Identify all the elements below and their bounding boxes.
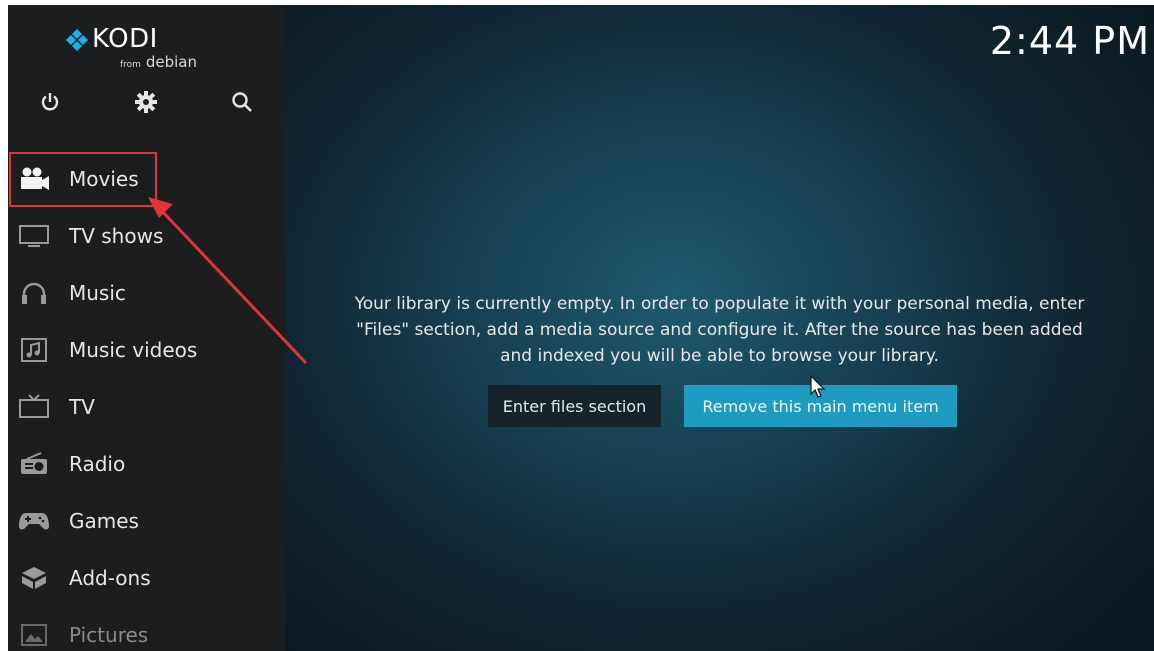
monitor-icon [18, 222, 50, 250]
search-icon[interactable] [227, 87, 257, 117]
radio-icon [18, 450, 50, 478]
menu-item-label: Music [69, 280, 126, 305]
menu-item-music[interactable]: Music [8, 264, 285, 321]
music-video-icon [18, 336, 50, 364]
kodi-screen: KODI from debian Movies TV shows Music M… [8, 5, 1154, 651]
menu-item-label: TV [69, 394, 95, 419]
menu-item-add-ons[interactable]: Add-ons [8, 549, 285, 606]
logo-distro: debian [145, 53, 197, 71]
logo-text: KODI [92, 24, 158, 54]
clock: 2:44 PM [989, 19, 1150, 63]
menu-item-tv-shows[interactable]: TV shows [8, 207, 285, 264]
message-line: and indexed you will be able to browse y… [500, 346, 939, 366]
menu-item-games[interactable]: Games [8, 492, 285, 549]
menu-item-radio[interactable]: Radio [8, 435, 285, 492]
menu-item-label: Add-ons [69, 565, 151, 590]
kodi-logo-icon [66, 29, 88, 51]
gear-icon[interactable] [131, 87, 161, 117]
movies-highlight-box [9, 152, 157, 207]
headphones-icon [18, 279, 50, 307]
menu-item-label: Games [69, 508, 139, 533]
gamepad-icon [18, 507, 50, 535]
sidebar: KODI from debian Movies TV shows Music M… [8, 5, 285, 651]
power-icon[interactable] [35, 87, 65, 117]
menu-item-label: TV shows [69, 223, 164, 248]
menu-item-label: Pictures [69, 622, 149, 647]
menu-item-tv[interactable]: TV [8, 378, 285, 435]
logo-subtitle: from debian [120, 53, 197, 71]
message-line: "Files" section, add a media source and … [356, 320, 1083, 340]
mouse-cursor-icon [810, 375, 826, 398]
menu-item-label: Music videos [69, 337, 198, 362]
empty-library-message: Your library is currently empty. In orde… [291, 291, 1148, 369]
menu-item-music-videos[interactable]: Music videos [8, 321, 285, 378]
enter-files-section-button[interactable]: Enter files section [488, 385, 661, 427]
main-content: 2:44 PM Your library is currently empty.… [285, 5, 1154, 651]
addon-box-icon [18, 564, 50, 592]
logo-from: from [120, 60, 141, 70]
menu-item-label: Radio [69, 451, 126, 476]
picture-icon [18, 621, 50, 649]
menu-item-pictures[interactable]: Pictures [8, 606, 285, 651]
kodi-logo: KODI from debian [62, 24, 197, 71]
tv-icon [18, 393, 50, 421]
message-line: Your library is currently empty. In orde… [354, 294, 1085, 314]
